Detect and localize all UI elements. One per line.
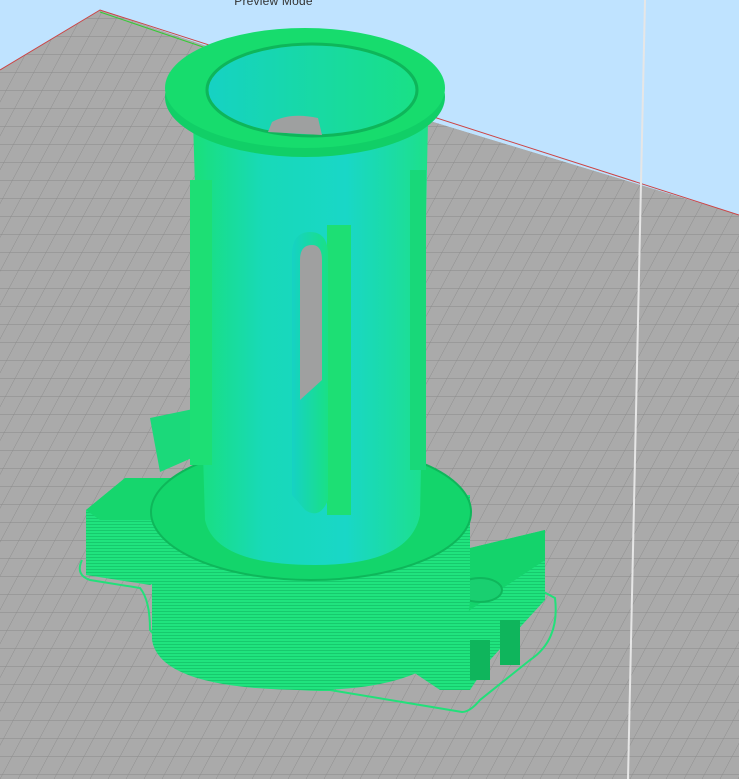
- tower-rib-left: [190, 180, 212, 465]
- tower-rib-right: [410, 170, 426, 470]
- slot-post-1: [470, 640, 490, 680]
- print-preview-scene[interactable]: [0, 0, 739, 779]
- preview-mode-label: Preview Mode: [234, 0, 313, 8]
- tower-rib-center: [327, 225, 351, 515]
- 3d-preview-viewport[interactable]: Preview Mode: [0, 0, 739, 779]
- slot-post-2: [500, 620, 520, 665]
- tower-window-opening: [300, 245, 322, 400]
